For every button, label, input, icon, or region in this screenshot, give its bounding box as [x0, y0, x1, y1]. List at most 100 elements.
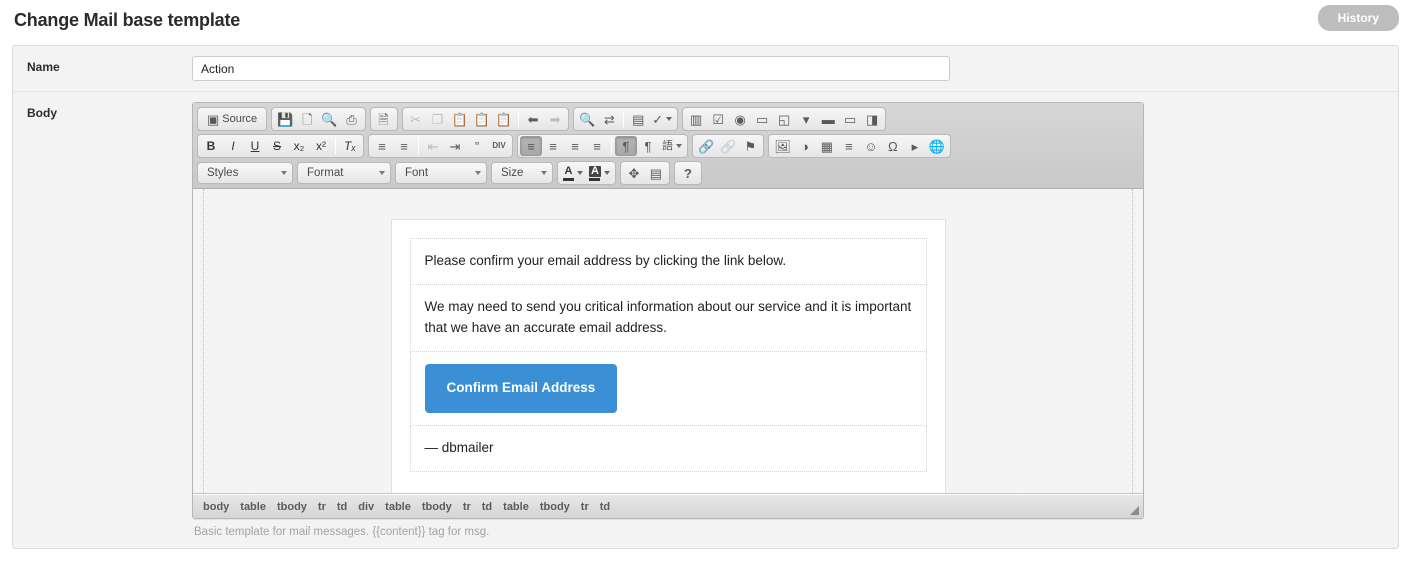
- name-input[interactable]: [192, 56, 950, 81]
- resize-handle[interactable]: [1130, 506, 1139, 515]
- align-right-button[interactable]: ≡: [564, 136, 586, 156]
- align-left-button[interactable]: ≡: [520, 136, 542, 156]
- source-button[interactable]: ▣ Source: [200, 109, 264, 129]
- table-button[interactable]: ▦: [816, 136, 838, 156]
- chevron-down-icon: [379, 171, 385, 175]
- remove-format-button[interactable]: Tₓ: [339, 136, 361, 156]
- cut-button: ✂: [405, 109, 427, 129]
- paste-text-button[interactable]: 📋: [471, 109, 493, 129]
- flash-button[interactable]: ◑: [794, 136, 816, 156]
- format-combo[interactable]: Format: [297, 162, 391, 184]
- textarea-button[interactable]: ◱: [773, 109, 795, 129]
- element-path-item[interactable]: table: [385, 501, 411, 513]
- strikethrough-icon: S: [272, 139, 281, 153]
- paste-button[interactable]: 📋: [449, 109, 471, 129]
- element-path-item[interactable]: table: [503, 501, 529, 513]
- create-div-button[interactable]: DIV: [488, 136, 510, 156]
- table-icon: ▦: [820, 138, 834, 154]
- underline-button[interactable]: U: [244, 136, 266, 156]
- page-title: Change Mail base template: [14, 10, 241, 30]
- new-page-button[interactable]: 🗋: [296, 109, 318, 129]
- image-button[interactable]: 🖼: [771, 136, 794, 156]
- strike-button[interactable]: S: [266, 136, 288, 156]
- replace-button[interactable]: ⇄: [598, 109, 620, 129]
- radio-button[interactable]: ◉: [729, 109, 751, 129]
- horizontal-rule-button[interactable]: ≡: [838, 136, 860, 156]
- select-field-button[interactable]: ▾: [795, 109, 817, 129]
- blockquote-button[interactable]: ”: [466, 136, 488, 156]
- mail-body-container: Please confirm your email address by cli…: [203, 189, 1133, 493]
- language-button[interactable]: 語: [659, 136, 685, 156]
- mail-paragraph-1[interactable]: Please confirm your email address by cli…: [409, 238, 927, 285]
- preview-button[interactable]: 🔍: [318, 109, 340, 129]
- templates-icon: 🗎: [378, 111, 389, 127]
- italic-button[interactable]: I: [222, 136, 244, 156]
- special-char-button[interactable]: Ω: [882, 136, 904, 156]
- bulleted-list-button[interactable]: ≡: [393, 136, 415, 156]
- history-button[interactable]: History: [1317, 5, 1399, 31]
- anchor-button[interactable]: ⚑: [739, 136, 761, 156]
- font-combo[interactable]: Font: [395, 162, 487, 184]
- element-path-item[interactable]: td: [337, 501, 347, 513]
- element-path-item[interactable]: tr: [463, 501, 471, 513]
- link-button[interactable]: 🔗: [695, 136, 717, 156]
- size-combo[interactable]: Size: [491, 162, 553, 184]
- table-row: Please confirm your email address by cli…: [409, 238, 927, 285]
- hidden-field-button[interactable]: ◨: [861, 109, 883, 129]
- search-icon: 🔍: [579, 111, 596, 127]
- toolbar-row-2: B I U Sx₂ x² Tₓ ≡ ≡ ⇤ ⇥ ” DIV ≡ ≡ ≡ ≡ ¶ ¶ 語 🔗 🔗 ⚑ 🖼 ◑ ▦ ≡ ☺ Ω ▸ 🌐: [197, 134, 1139, 158]
- about-button[interactable]: ?: [677, 163, 699, 183]
- element-path-item[interactable]: tr: [318, 501, 326, 513]
- mail-signature[interactable]: — dbmailer: [409, 424, 927, 472]
- confirm-email-address-button[interactable]: Confirm Email Address: [424, 363, 618, 413]
- subscript-button[interactable]: x₂: [288, 136, 310, 156]
- undo-button[interactable]: ⬅: [522, 109, 544, 129]
- styles-combo[interactable]: Styles: [197, 162, 293, 184]
- element-path-item[interactable]: table: [240, 501, 266, 513]
- superscript-icon: x²: [316, 139, 326, 153]
- toolbar-separator: [335, 138, 336, 154]
- element-path-item[interactable]: tbody: [277, 501, 307, 513]
- find-button[interactable]: 🔍: [576, 109, 598, 129]
- form-button[interactable]: ▥: [685, 109, 707, 129]
- paste-word-button[interactable]: 📋: [493, 109, 515, 129]
- text-field-button[interactable]: ▭: [751, 109, 773, 129]
- numbered-list-button[interactable]: ≡: [371, 136, 393, 156]
- ckeditor-toolbar: ▣ Source 💾 🗋 🔍 ⎙ 🗎 ✂ ❐ 📋 📋 📋 ⬅ ➡ 🔍 ⇄ ▤ ✓ ▥ ☑ ◉ ▭ ◱ ▾ ▬ ▭ ◨ B I U Sx₂ x…: [193, 103, 1143, 189]
- element-path-item[interactable]: body: [203, 501, 229, 513]
- ckeditor-editing-area[interactable]: Please confirm your email address by cli…: [193, 189, 1143, 494]
- element-path-item[interactable]: td: [600, 501, 610, 513]
- align-justify-button[interactable]: ≡: [586, 136, 608, 156]
- select-all-button[interactable]: ▤: [627, 109, 649, 129]
- checkbox-button[interactable]: ☑: [707, 109, 729, 129]
- element-path-item[interactable]: tr: [581, 501, 589, 513]
- spellcheck-button[interactable]: ✓: [649, 109, 675, 129]
- element-path-item[interactable]: div: [358, 501, 374, 513]
- form-icon: ▥: [690, 111, 703, 127]
- text-direction-rtl-button[interactable]: ¶: [637, 136, 659, 156]
- align-center-button[interactable]: ≡: [542, 136, 564, 156]
- page-break-button[interactable]: ▸: [904, 136, 926, 156]
- element-path-item[interactable]: td: [482, 501, 492, 513]
- text-direction-ltr-button[interactable]: ¶: [615, 136, 637, 156]
- toolbar-group-templates: 🗎: [369, 107, 398, 131]
- element-path-item[interactable]: tbody: [422, 501, 452, 513]
- direction-rtl-icon: ¶: [644, 138, 652, 154]
- button-field-button[interactable]: ▬: [817, 109, 839, 129]
- text-color-button[interactable]: A: [560, 163, 586, 183]
- smiley-button[interactable]: ☺: [860, 136, 882, 156]
- show-blocks-button[interactable]: ▤: [645, 163, 667, 183]
- element-path-item[interactable]: tbody: [540, 501, 570, 513]
- bold-button[interactable]: B: [200, 136, 222, 156]
- superscript-button[interactable]: x²: [310, 136, 332, 156]
- image-button-button[interactable]: ▭: [839, 109, 861, 129]
- iframe-button[interactable]: 🌐: [926, 136, 948, 156]
- mail-paragraph-2[interactable]: We may need to send you critical informa…: [409, 283, 927, 352]
- print-button[interactable]: ⎙: [341, 109, 363, 129]
- maximize-button[interactable]: ✥: [623, 163, 645, 183]
- save-button[interactable]: 💾: [274, 109, 296, 129]
- background-color-button[interactable]: A: [586, 163, 613, 183]
- templates-button[interactable]: 🗎: [373, 109, 395, 129]
- tools-group: ✥ ▤: [619, 161, 670, 185]
- indent-button[interactable]: ⇥: [444, 136, 466, 156]
